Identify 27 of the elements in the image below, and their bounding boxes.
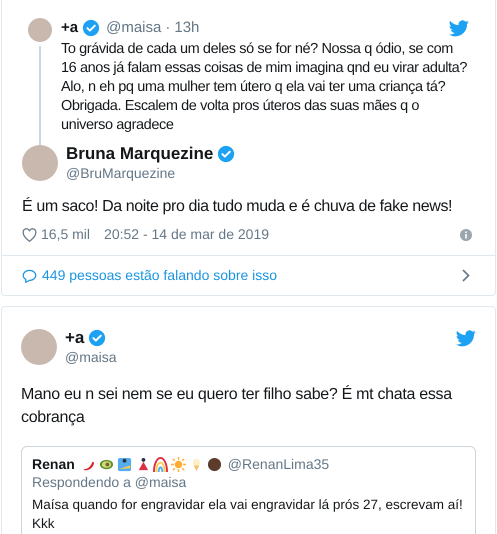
- tweet-time[interactable]: 13h: [174, 18, 200, 38]
- tweet-timestamp[interactable]: 20:52 - 14 de mar de 2019: [104, 224, 270, 245]
- author-handle[interactable]: @BruMarquezine: [66, 164, 236, 182]
- author-name: Renan: [32, 455, 75, 473]
- bird-icon[interactable]: [456, 330, 476, 347]
- sun-emoji-icon: [170, 456, 186, 472]
- author-handle[interactable]: @maisa: [106, 18, 162, 38]
- chevron-right-icon: [462, 269, 470, 282]
- conversation-link[interactable]: 449 pessoas estão falando sobre isso: [2, 256, 495, 295]
- author-name[interactable]: +a: [61, 18, 78, 38]
- author-handle: @RenanLima35: [228, 455, 330, 473]
- info-icon[interactable]: [460, 228, 472, 240]
- tweet-text: To grávida de cada um deles só se for né? Nossa q ódio, se com 16 anos já falam essas coisas de mim imagina qnd eu virar adulta? Alo, n eh pq uma mulher tem útero q ela vai ter uma criança tá? Obrigada. Escalem de volta pros úteros das suas mães q o universo agradece: [61, 40, 468, 135]
- author-handle[interactable]: @maisa: [65, 348, 117, 366]
- quoted-tweet[interactable]: Renan @RenanLima35 Respondendo a @maisa Maísa quando for engravidar ela vai engravidar lá prós 27, escrevam aí! Kkk: [21, 446, 476, 534]
- author-name[interactable]: +a: [65, 328, 84, 348]
- tweet-text: Mano eu n sei nem se eu quero ter filho sabe? É mt chata essa cobrança: [21, 384, 454, 428]
- separator: ·: [165, 18, 170, 38]
- speech-bubble-icon: [22, 268, 37, 282]
- replying-to: Respondendo a @maisa: [32, 473, 188, 491]
- heart-icon[interactable]: [22, 228, 37, 242]
- quoted-text: Maísa quando for engravidar ela vai engravidar lá prós 27, escrevam aí! Kkk: [32, 496, 464, 533]
- like-count: 16,5 mil: [41, 225, 90, 244]
- tweet-text: É um saco! Da noite pro dia tudo muda e é chuva de fake news!: [21, 196, 454, 217]
- bird-icon[interactable]: [449, 20, 469, 36]
- author-name[interactable]: Bruna Marquezine: [66, 144, 214, 164]
- rainbow-emoji-icon: [152, 456, 168, 472]
